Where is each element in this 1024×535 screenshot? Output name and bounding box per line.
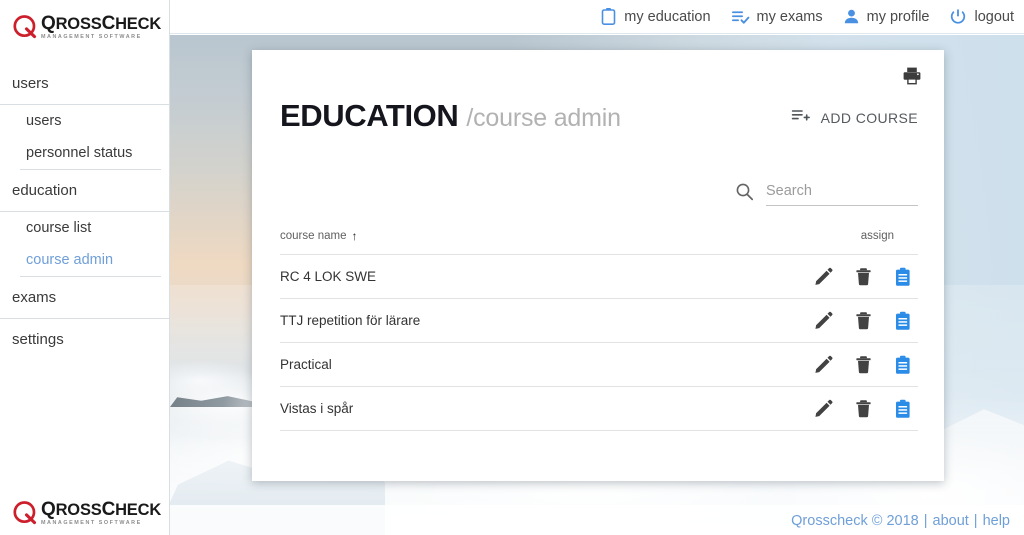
search-icon[interactable] [735, 182, 754, 206]
sidebar: QROSSCHECK MANAGEMENT SOFTWARE users use… [0, 0, 170, 535]
footer-copyright: Qrosscheck © 2018 [791, 513, 919, 529]
sidebar-item-users[interactable]: users [0, 63, 169, 105]
sidebar-logo[interactable]: QROSSCHECK MANAGEMENT SOFTWARE [0, 0, 169, 41]
column-header-course-name-label: course name [280, 230, 347, 242]
sidebar-nav: users users personnel status education c… [0, 63, 169, 360]
table-header-row: course name ↑ assign [280, 230, 918, 255]
search-field [766, 182, 918, 206]
nav-label-logout: logout [974, 8, 1014, 25]
row-actions [814, 355, 918, 375]
footer-separator: | [923, 513, 928, 529]
clipboard-assign-icon[interactable] [894, 355, 912, 375]
sidebar-item-settings[interactable]: settings [0, 319, 169, 360]
clipboard-assign-icon[interactable] [894, 267, 912, 287]
list-check-icon [731, 8, 750, 25]
power-icon [949, 8, 967, 26]
trash-icon[interactable] [855, 355, 872, 374]
trash-icon[interactable] [855, 399, 872, 418]
sidebar-logo-bottom: QROSSCHECK MANAGEMENT SOFTWARE [12, 500, 161, 527]
sidebar-subitem-course-admin[interactable]: course admin [0, 244, 169, 276]
sort-ascending-icon: ↑ [351, 229, 358, 243]
page-title-secondary: /course admin [466, 104, 621, 132]
course-name-cell: RC 4 LOK SWE [280, 269, 377, 284]
table-row[interactable]: Vistas i spår [280, 387, 918, 431]
pencil-icon[interactable] [814, 267, 833, 286]
pencil-icon[interactable] [814, 355, 833, 374]
course-name-cell: Practical [280, 357, 332, 372]
pencil-icon[interactable] [814, 311, 833, 330]
nav-item-my-exams[interactable]: my exams [731, 8, 823, 25]
sidebar-group-education: education course list course admin [0, 170, 169, 277]
nav-item-logout[interactable]: logout [949, 8, 1014, 26]
clipboard-assign-icon[interactable] [894, 399, 912, 419]
sidebar-subitem-personnel-status[interactable]: personnel status [0, 137, 169, 169]
nav-label-my-exams: my exams [756, 8, 823, 25]
table-row[interactable]: Practical [280, 343, 918, 387]
pencil-icon[interactable] [814, 399, 833, 418]
sidebar-item-exams[interactable]: exams [0, 277, 169, 319]
column-header-course-name[interactable]: course name ↑ [280, 230, 357, 242]
sidebar-subitem-course-list[interactable]: course list [0, 212, 169, 244]
nav-label-my-profile: my profile [866, 8, 930, 25]
list-plus-icon [791, 107, 811, 129]
clipboard-icon [600, 7, 617, 26]
footer: Qrosscheck © 2018 | about | help [791, 513, 1010, 529]
row-actions [814, 267, 918, 287]
row-actions [814, 399, 918, 419]
course-table: course name ↑ assign RC 4 LOK SWE TTJ re… [280, 230, 918, 431]
sidebar-subitem-users[interactable]: users [0, 105, 169, 137]
table-row[interactable]: TTJ repetition för lärare [280, 299, 918, 343]
logo-wordmark: QROSSCHECK [41, 13, 162, 35]
sidebar-item-education[interactable]: education [0, 170, 169, 212]
app-root: my education my exams my profile logout … [0, 0, 1024, 535]
sidebar-group-users: users users personnel status [0, 63, 169, 170]
search-row [735, 182, 918, 206]
person-icon [843, 8, 860, 25]
add-course-button[interactable]: ADD COURSE [791, 107, 918, 129]
footer-link-about[interactable]: about [933, 513, 969, 529]
nav-label-my-education: my education [624, 8, 711, 25]
footer-link-help[interactable]: help [983, 513, 1010, 529]
qrosscheck-q-icon [12, 14, 39, 41]
card-header: EDUCATION /course admin ADD COURSE [252, 98, 944, 134]
search-input[interactable] [766, 183, 918, 199]
trash-icon[interactable] [855, 311, 872, 330]
clipboard-assign-icon[interactable] [894, 311, 912, 331]
column-header-assign: assign [860, 230, 894, 242]
nav-item-my-profile[interactable]: my profile [843, 8, 930, 25]
add-course-label: ADD COURSE [820, 110, 918, 126]
row-actions [814, 311, 918, 331]
table-row[interactable]: RC 4 LOK SWE [280, 255, 918, 299]
logo-tagline-bottom: MANAGEMENT SOFTWARE [41, 520, 142, 527]
nav-item-my-education[interactable]: my education [600, 7, 711, 26]
course-name-cell: TTJ repetition för lärare [280, 313, 421, 328]
qrosscheck-q-icon-bottom [12, 500, 39, 527]
logo-tagline: MANAGEMENT SOFTWARE [41, 34, 142, 41]
top-navigation: my education my exams my profile logout [170, 0, 1024, 34]
footer-separator: | [973, 513, 978, 529]
course-admin-card: EDUCATION /course admin ADD COURSE Searc… [252, 50, 944, 481]
trash-icon[interactable] [855, 267, 872, 286]
logo-wordmark-bottom: QROSSCHECK [41, 499, 162, 521]
page-title-primary: EDUCATION [280, 98, 459, 133]
course-name-cell: Vistas i spår [280, 401, 354, 416]
page-title: EDUCATION /course admin [280, 98, 621, 134]
print-icon[interactable] [902, 66, 922, 91]
